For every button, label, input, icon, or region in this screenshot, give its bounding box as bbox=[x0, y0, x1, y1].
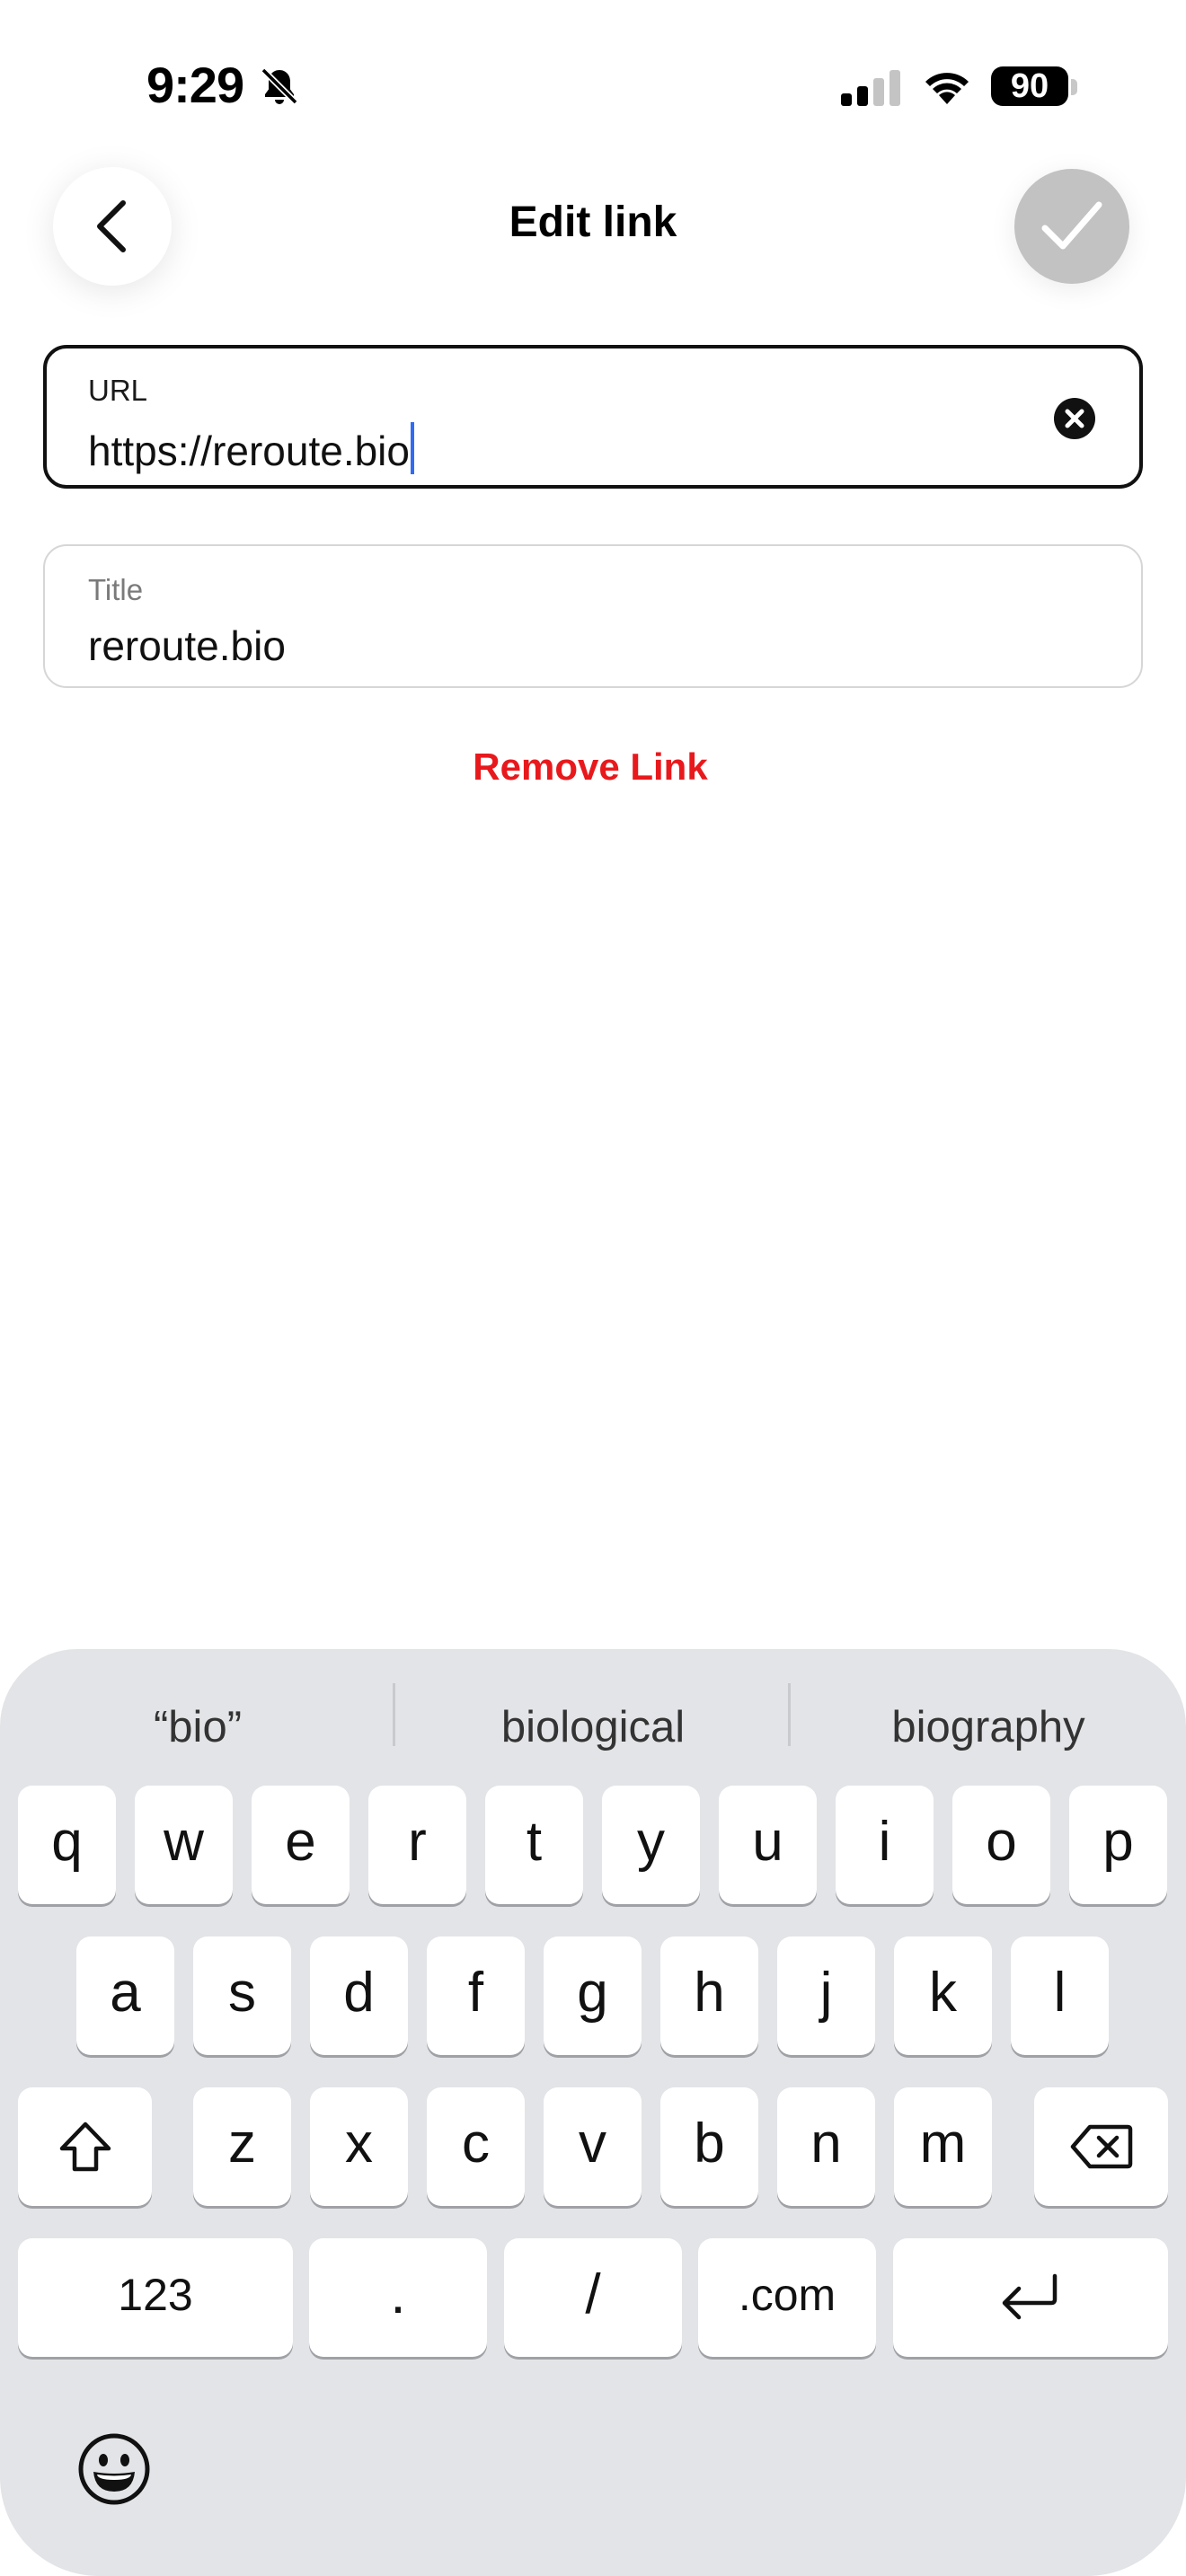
key-b[interactable]: b bbox=[660, 2087, 758, 2206]
title-label: Title bbox=[88, 573, 144, 606]
key-o[interactable]: o bbox=[952, 1786, 1050, 1904]
suggestion-3[interactable]: biography bbox=[791, 1696, 1186, 1759]
status-time: 9:29 bbox=[146, 57, 244, 113]
status-bar: 9:29 90 bbox=[0, 0, 1186, 171]
url-input[interactable]: https://reroute.bio bbox=[88, 422, 414, 475]
key-i[interactable]: i bbox=[836, 1786, 934, 1904]
battery-tip bbox=[1071, 79, 1077, 95]
key-j[interactable]: j bbox=[777, 1936, 875, 2055]
return-icon bbox=[1002, 2273, 1058, 2320]
delete-icon bbox=[1070, 2124, 1133, 2169]
key-p[interactable]: p bbox=[1069, 1786, 1167, 1904]
clear-circle-icon[interactable] bbox=[1053, 397, 1096, 440]
key-k[interactable]: k bbox=[894, 1936, 992, 2055]
delete-key[interactable] bbox=[1034, 2087, 1168, 2206]
dot-key[interactable]: . bbox=[309, 2238, 487, 2357]
url-value: https://reroute.bio bbox=[88, 428, 410, 474]
key-l[interactable]: l bbox=[1011, 1936, 1109, 2055]
suggestion-1[interactable]: “bio” bbox=[0, 1696, 395, 1759]
checkmark-icon bbox=[1041, 201, 1102, 250]
key-q[interactable]: q bbox=[18, 1786, 116, 1904]
confirm-button[interactable] bbox=[1014, 169, 1129, 284]
key-w[interactable]: w bbox=[135, 1786, 233, 1904]
page-title: Edit link bbox=[509, 198, 677, 246]
url-label: URL bbox=[88, 374, 148, 407]
key-m[interactable]: m bbox=[894, 2087, 992, 2206]
key-d[interactable]: d bbox=[310, 1936, 408, 2055]
slash-key[interactable]: / bbox=[504, 2238, 682, 2357]
emoji-icon[interactable] bbox=[77, 2432, 151, 2506]
key-g[interactable]: g bbox=[544, 1936, 642, 2055]
bell-muted-icon bbox=[261, 67, 298, 105]
wifi-icon bbox=[925, 73, 969, 104]
key-u[interactable]: u bbox=[719, 1786, 817, 1904]
key-n[interactable]: n bbox=[777, 2087, 875, 2206]
key-v[interactable]: v bbox=[544, 2087, 642, 2206]
return-key[interactable] bbox=[893, 2238, 1168, 2357]
title-input[interactable]: reroute.bio bbox=[88, 622, 286, 670]
key-e[interactable]: e bbox=[252, 1786, 350, 1904]
shift-key[interactable] bbox=[18, 2087, 152, 2206]
remove-link-button[interactable]: Remove Link bbox=[0, 745, 1181, 789]
key-r[interactable]: r bbox=[368, 1786, 466, 1904]
key-s[interactable]: s bbox=[193, 1936, 291, 2055]
suggestion-2[interactable]: biological bbox=[395, 1696, 791, 1759]
title-field[interactable]: Title reroute.bio bbox=[43, 544, 1143, 688]
shift-icon bbox=[59, 2122, 111, 2172]
keyboard: “bio” biological biography q w e r t y u… bbox=[0, 1649, 1186, 2576]
url-field[interactable]: URL https://reroute.bio bbox=[43, 345, 1143, 489]
key-t[interactable]: t bbox=[485, 1786, 583, 1904]
key-c[interactable]: c bbox=[427, 2087, 525, 2206]
key-a[interactable]: a bbox=[76, 1936, 174, 2055]
text-caret bbox=[410, 422, 414, 474]
key-h[interactable]: h bbox=[660, 1936, 758, 2055]
key-x[interactable]: x bbox=[310, 2087, 408, 2206]
cellular-signal-icon bbox=[841, 70, 900, 106]
dotcom-key[interactable]: .com bbox=[698, 2238, 876, 2357]
numbers-key[interactable]: 123 bbox=[18, 2238, 293, 2357]
key-f[interactable]: f bbox=[427, 1936, 525, 2055]
battery-icon: 90 bbox=[991, 66, 1068, 106]
key-y[interactable]: y bbox=[602, 1786, 700, 1904]
key-z[interactable]: z bbox=[193, 2087, 291, 2206]
